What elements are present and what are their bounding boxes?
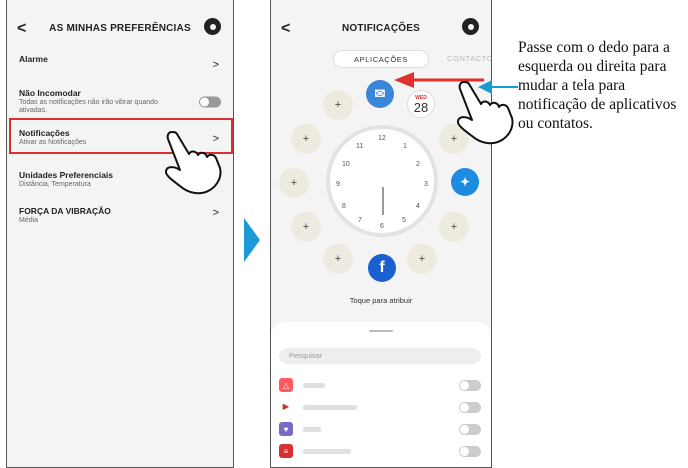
app-icon: ≡	[279, 444, 293, 458]
gear-icon[interactable]	[462, 18, 479, 35]
app-name-blurred	[303, 449, 351, 454]
list-item[interactable]: ≡	[279, 444, 481, 460]
header: < AS MINHAS PREFERÊNCIAS	[7, 18, 233, 42]
item-label: FORÇA DA VIBRAÇÃO	[19, 206, 111, 216]
clock-hand	[382, 187, 384, 215]
clock-number: 7	[358, 217, 362, 224]
calendar-icon[interactable]: WED 28	[407, 90, 435, 118]
add-slot-button[interactable]: +	[323, 90, 353, 120]
clock-number: 10	[342, 161, 350, 168]
clock-number: 4	[416, 203, 420, 210]
list-item[interactable]: ►	[279, 400, 481, 416]
chevron-right-icon: >	[212, 59, 219, 71]
item-sublabel: Média	[19, 217, 39, 224]
tab-contacts[interactable]: CONTACTO	[447, 54, 491, 63]
facebook-icon[interactable]: f	[368, 254, 396, 282]
add-slot-button[interactable]: +	[323, 244, 353, 274]
hand-pointer-icon	[456, 81, 514, 145]
clock-number: 9	[336, 181, 340, 188]
app-name-blurred	[303, 427, 321, 432]
add-slot-button[interactable]: +	[439, 212, 469, 242]
menu-item-do-not-disturb[interactable]: Não Incomodar Todas as notificações não …	[7, 82, 233, 122]
page-title: NOTIFICAÇÕES	[342, 23, 420, 34]
airline-icon: ►	[279, 400, 293, 414]
gear-icon[interactable]	[204, 18, 221, 35]
search-input[interactable]: Pesquisar	[279, 348, 481, 364]
clock-number: 5	[402, 217, 406, 224]
preferences-screen: < AS MINHAS PREFERÊNCIAS Alarme > Não In…	[6, 0, 234, 468]
clock-number: 1	[403, 143, 407, 150]
list-item[interactable]: △	[279, 378, 481, 394]
transition-arrow-icon	[244, 218, 260, 262]
add-slot-button[interactable]: +	[279, 168, 309, 198]
app-name-blurred	[303, 383, 325, 388]
app-toggle[interactable]	[459, 424, 481, 435]
app-toggle[interactable]	[459, 380, 481, 391]
add-slot-button[interactable]: +	[291, 124, 321, 154]
clock-number: 6	[380, 223, 384, 230]
menu-item-vibration-strength[interactable]: FORÇA DA VIBRAÇÃO Média >	[7, 196, 233, 230]
apps-bottom-sheet: Pesquisar △ ► ♥ ≡	[271, 322, 491, 467]
drag-handle[interactable]	[369, 330, 393, 332]
add-slot-button[interactable]: +	[291, 212, 321, 242]
list-item[interactable]: ♥	[279, 422, 481, 438]
header: < NOTIFICAÇÕES	[271, 18, 491, 42]
instruction-caption: Passe com o dedo para a esquerda ou dire…	[518, 39, 677, 132]
heart-app-icon: ♥	[279, 422, 293, 436]
menu-item-alarm[interactable]: Alarme >	[7, 48, 233, 82]
calendar-date: 28	[413, 100, 429, 115]
clock-number: 8	[342, 203, 346, 210]
clock-number: 3	[424, 181, 428, 188]
do-not-disturb-toggle[interactable]	[199, 96, 221, 108]
item-label: Alarme	[19, 54, 48, 64]
hand-pointer-icon	[164, 131, 222, 195]
app-toggle[interactable]	[459, 402, 481, 413]
clock-number: 12	[378, 135, 386, 142]
assign-hint-text: Toque para atribuir	[349, 296, 413, 305]
item-label: Não Incomodar	[19, 88, 81, 98]
app-name-blurred	[303, 405, 357, 410]
clock-number: 2	[416, 161, 420, 168]
app-toggle[interactable]	[459, 446, 481, 457]
tab-bar: APLICAÇÕES CONTACTO	[271, 50, 491, 68]
tab-applications[interactable]: APLICAÇÕES	[333, 50, 429, 68]
mail-icon[interactable]: ✉	[366, 80, 394, 108]
add-slot-button[interactable]: +	[407, 244, 437, 274]
clock-face: 12 1 2 3 4 5 6 7 8 9 10 11	[326, 125, 438, 237]
item-sublabel: Todas as notificações não irão vibrar qu…	[19, 99, 158, 115]
clock-number: 11	[356, 143, 364, 150]
chevron-right-icon: >	[212, 207, 219, 219]
twitter-icon[interactable]: ✦	[451, 168, 479, 196]
page-title: AS MINHAS PREFERÊNCIAS	[49, 23, 191, 34]
airbnb-icon: △	[279, 378, 293, 392]
